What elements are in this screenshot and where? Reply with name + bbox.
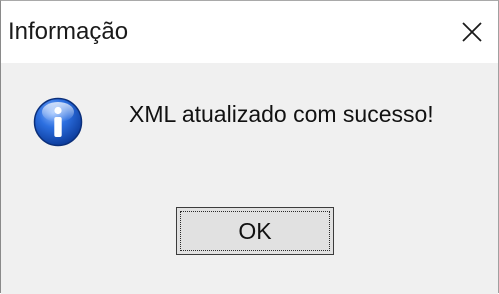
dialog-body: XML atualizado com sucesso! OK <box>1 63 498 294</box>
ok-button-label: OK <box>238 217 272 244</box>
ok-button[interactable]: OK <box>176 207 334 255</box>
close-button[interactable] <box>452 12 492 52</box>
dialog-titlebar: Informação <box>1 1 498 63</box>
dialog-message: XML atualizado com sucesso! <box>129 101 434 127</box>
close-icon <box>462 22 482 42</box>
dialog-title: Informação <box>8 18 129 45</box>
message-dialog: Informação XML atualizado com sucesso! O… <box>0 0 499 294</box>
ok-button-focus-rect: OK <box>180 211 330 251</box>
info-icon <box>33 97 83 147</box>
